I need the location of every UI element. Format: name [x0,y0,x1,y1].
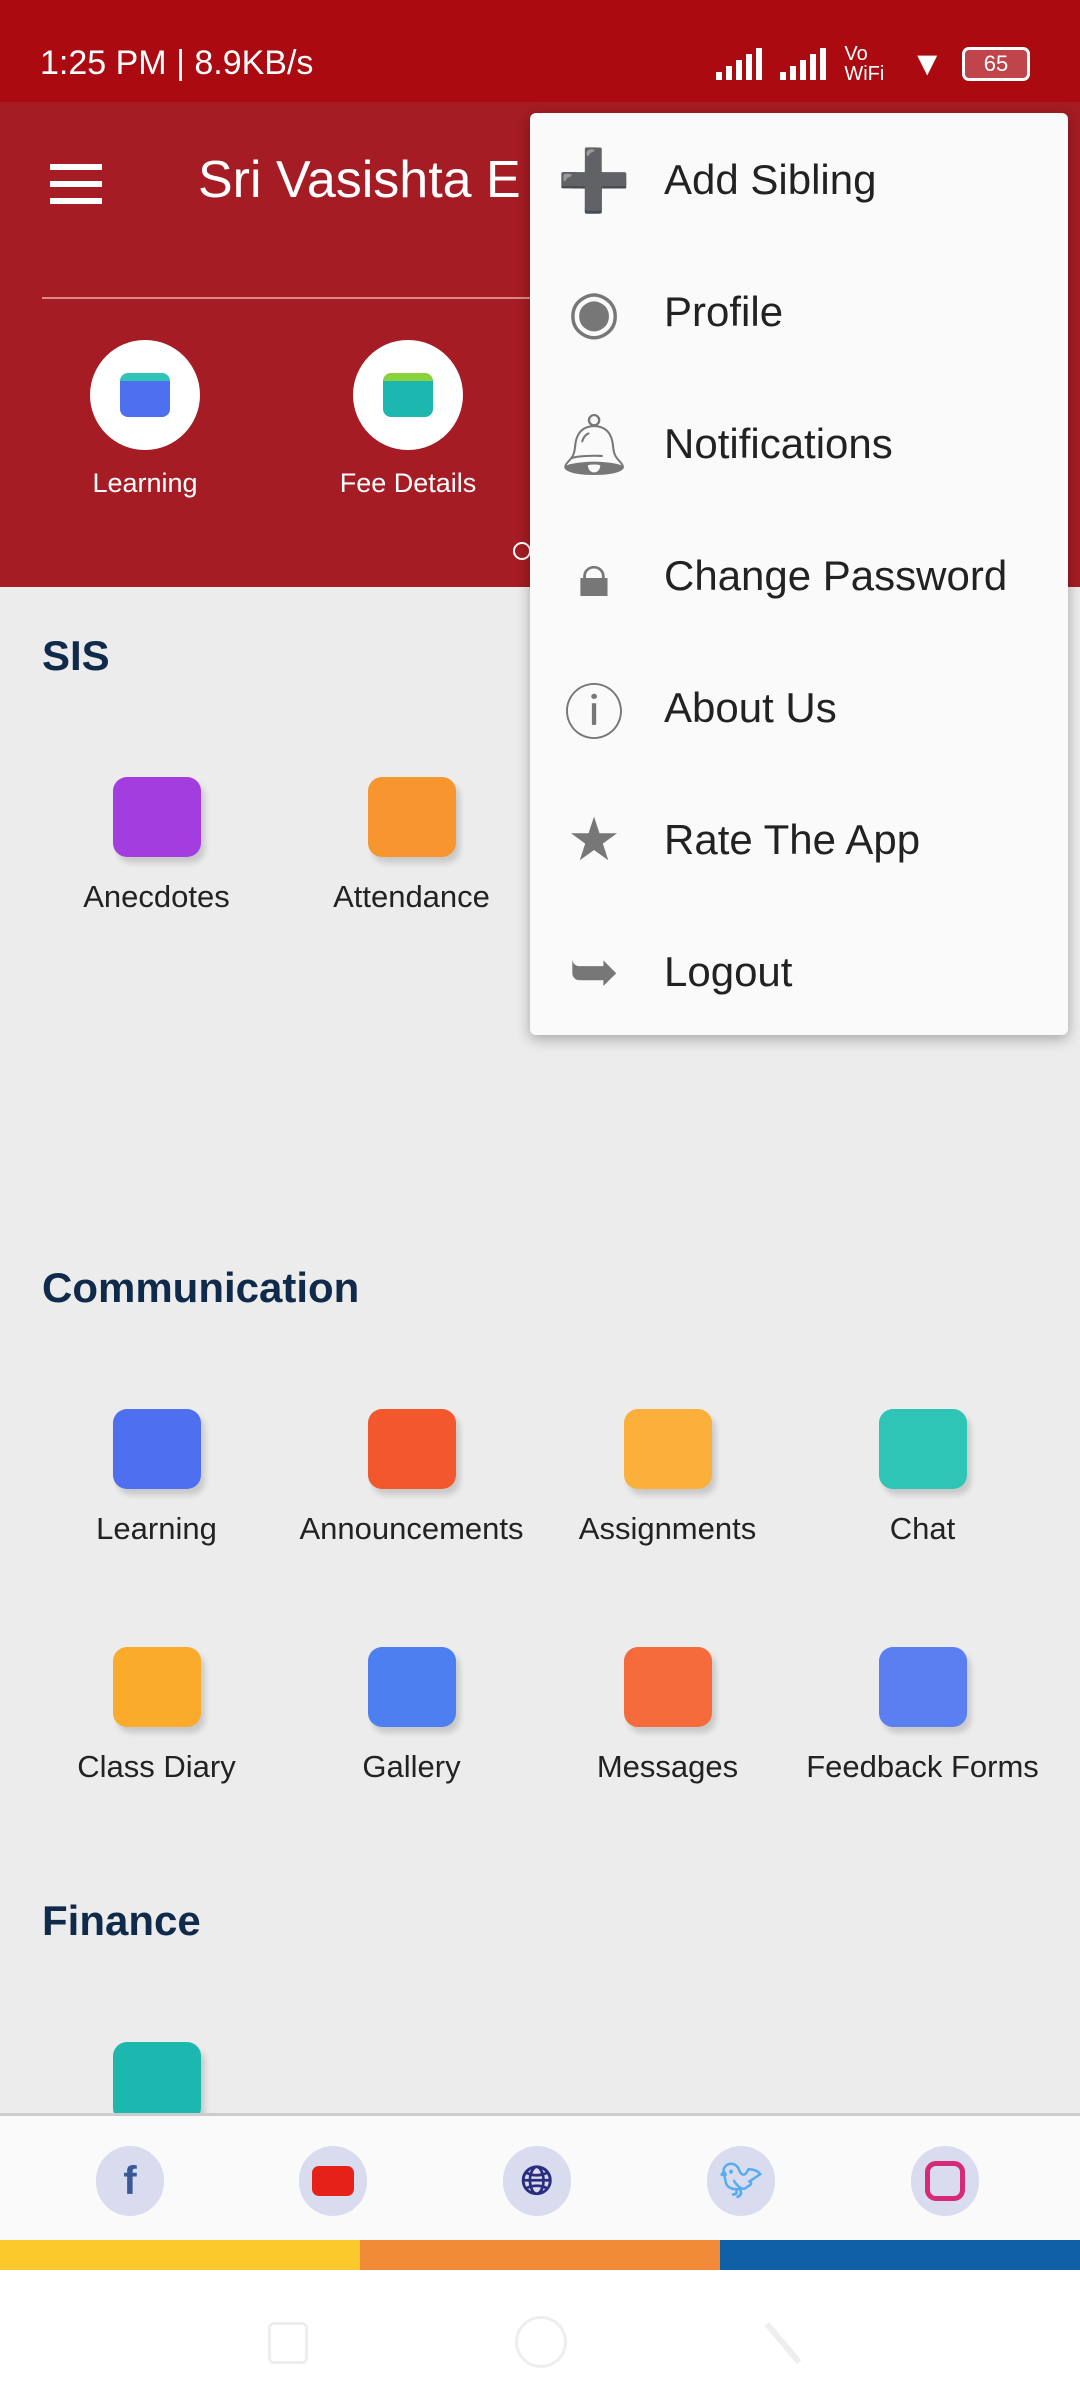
menu-icon[interactable] [50,164,102,204]
instagram-icon[interactable] [911,2146,979,2216]
social-footer: f 🌐︎ 🐦︎ [0,2113,1080,2240]
info-icon: ⓘ [564,679,624,747]
fee-details-icon [112,2042,201,2122]
tile-feedback-forms[interactable]: Feedback Forms [795,1647,1050,1785]
quick-link-learning[interactable]: Learning [45,340,245,499]
menu-item-add-sibling[interactable]: ➕ Add Sibling [530,114,1068,246]
menu-item-label: About Us [664,684,837,731]
page-indicator [513,542,531,560]
menu-item-about-us[interactable]: ⓘ About Us [530,642,1068,774]
system-nav-bar [0,2270,1080,2400]
quick-link-fee-details[interactable]: Fee Details [308,340,508,499]
tile-label: Messages [596,1749,739,1784]
tile-label: Learning [96,1511,217,1546]
profile-icon: ◉ [567,278,621,345]
battery-icon: 65 [962,47,1030,81]
section-title: SIS [42,632,110,679]
menu-item-change-password[interactable]: 🔒︎ Change Password [530,510,1068,642]
menu-item-label: Change Password [664,552,1008,599]
anecdotes-icon [112,777,201,857]
tile-label: Class Diary [77,1749,236,1784]
tile-label: Gallery [362,1749,461,1784]
section-title: Communication [42,1264,360,1311]
menu-item-label: Notifications [664,420,893,467]
stripe-orange [360,2240,720,2270]
tile-label: Chat [889,1511,956,1546]
tile-label: Feedback Forms [806,1749,1039,1784]
tile-chat[interactable]: Chat [795,1409,1050,1547]
vowifi-label: Vo WiFi [844,43,885,85]
page-title: Sri Vasishta E [198,151,521,209]
twitter-icon[interactable]: 🐦︎ [707,2146,775,2216]
tile-anecdotes[interactable]: Anecdotes [29,777,284,915]
learning-icon [112,1409,201,1489]
menu-item-label: Profile [664,288,784,335]
menu-item-profile[interactable]: ◉ Profile [530,246,1068,378]
menu-item-rate-the-app[interactable]: ★ Rate The App [530,774,1068,906]
tile-label: Assignments [578,1511,757,1546]
tile-label: Attendance [333,879,490,914]
tile-assignments[interactable]: Assignments [540,1409,795,1547]
back-button[interactable] [764,2321,802,2365]
menu-item-label: Add Sibling [664,156,877,203]
stripe-blue [720,2240,1080,2270]
bell-icon: 🔔︎ [555,410,633,478]
menu-item-notifications[interactable]: 🔔︎ Notifications [530,378,1068,510]
logout-icon: ➥ [568,938,620,1005]
tile-label: Anecdotes [83,879,230,914]
class-diary-icon [112,1647,201,1727]
add-person-icon: ➕ [556,146,632,214]
wifi-icon: ▼ [910,44,944,83]
lock-key-icon: 🔒︎ [578,542,610,609]
section-title: Finance [42,1897,201,1944]
facebook-icon[interactable]: f [96,2146,164,2216]
tile-label: Announcements [299,1511,524,1546]
tile-messages[interactable]: Messages [540,1647,795,1785]
announcements-icon [367,1409,456,1489]
signal-icon [716,48,763,80]
menu-item-label: Logout [664,948,793,995]
menu-item-logout[interactable]: ➥ Logout [530,906,1068,1038]
tile-announcements[interactable]: Announcements [284,1409,539,1547]
stripe-yellow [0,2240,360,2270]
attendance-icon [367,777,456,857]
book-icon [120,373,170,417]
status-bar: 1:25 PM | 8.9KB/s Vo WiFi ▼ 65 [0,0,1080,102]
battery-level: 65 [983,51,1009,76]
tile-learning[interactable]: Learning [29,1409,284,1547]
star-icon: ★ [567,806,621,873]
chat-icon [878,1409,967,1489]
recents-button[interactable] [268,2322,308,2364]
signal-icon [780,48,827,80]
messages-icon [623,1647,712,1727]
assignments-icon [623,1409,712,1489]
tile-gallery[interactable]: Gallery [284,1647,539,1785]
overflow-menu: ➕ Add Sibling ◉ Profile 🔔︎ Notifications 🔒︎ Cha… [530,113,1068,1035]
quick-link-label: Fee Details [339,468,477,498]
menu-item-label: Rate The App [664,816,921,863]
tile-attendance[interactable]: Attendance [284,777,539,915]
quick-link-label: Learning [92,468,198,498]
youtube-icon[interactable] [299,2146,367,2216]
globe-icon[interactable]: 🌐︎ [503,2146,571,2216]
feedback-forms-icon [878,1647,967,1727]
gallery-icon [367,1647,456,1727]
home-button[interactable] [515,2316,567,2368]
money-icon [383,373,433,417]
tile-class-diary[interactable]: Class Diary [29,1647,284,1785]
status-time: 1:25 PM | 8.9KB/s [40,44,314,82]
